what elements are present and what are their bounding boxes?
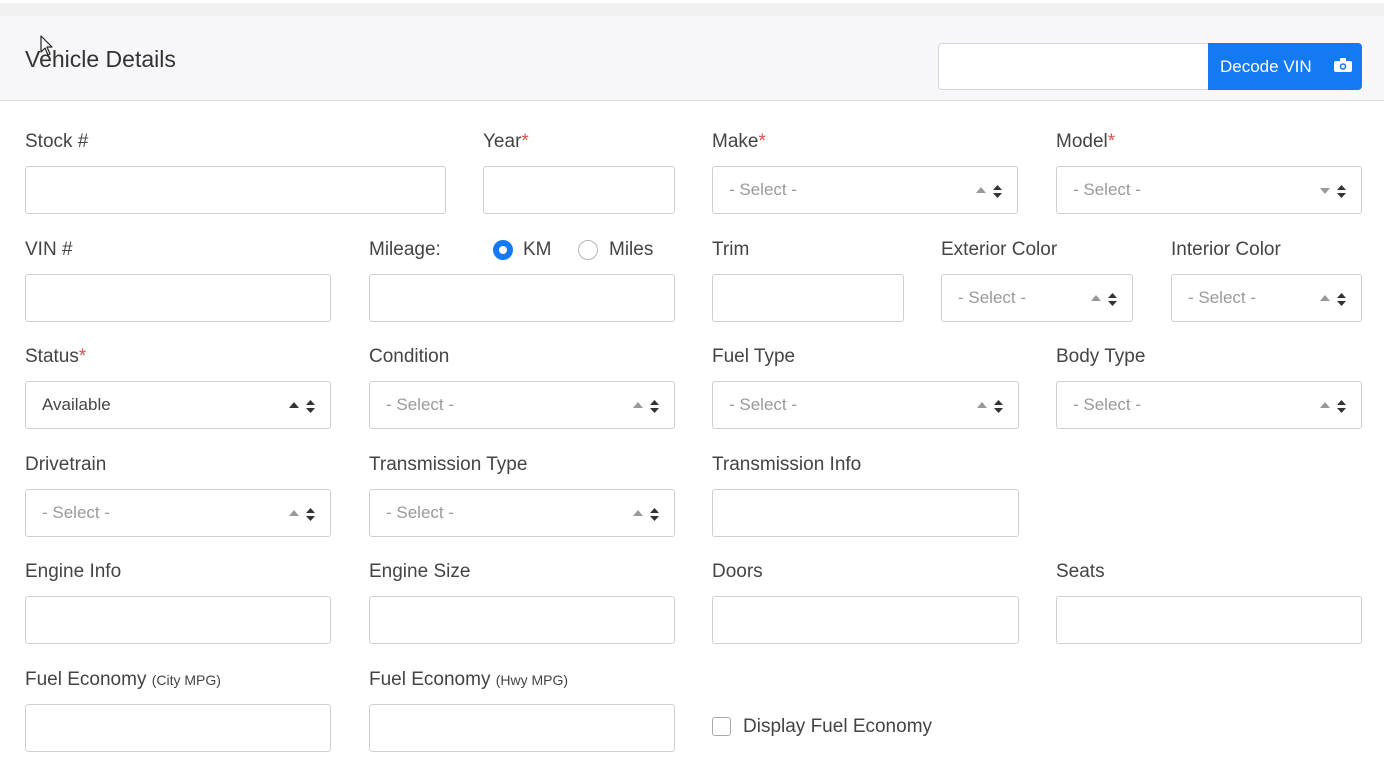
year-label: Year* (483, 131, 529, 152)
engine-size-label: Engine Size (369, 561, 471, 582)
exterior-color-label: Exterior Color (941, 239, 1058, 260)
mileage-miles-radio[interactable] (578, 240, 598, 260)
interior-color-select-value: - Select - (1188, 288, 1257, 307)
fuel-type-select[interactable]: - Select - (712, 381, 1019, 429)
doors-input[interactable] (712, 596, 1019, 644)
required-marker: * (78, 346, 87, 367)
select-arrows-icon (1320, 400, 1346, 413)
body-type-select[interactable]: - Select - (1056, 381, 1362, 429)
engine-info-label: Engine Info (25, 561, 122, 582)
exterior-color-select-value: - Select - (958, 288, 1027, 307)
transmission-type-select[interactable]: - Select - (369, 489, 675, 537)
body-type-select-value: - Select - (1073, 395, 1142, 414)
drivetrain-label: Drivetrain (25, 454, 107, 475)
fuel-economy-hwy-sublabel: (Hwy MPG) (495, 672, 569, 688)
transmission-info-input[interactable] (712, 489, 1019, 537)
required-marker: * (1107, 131, 1116, 152)
decode-vin-label: Decode VIN (1220, 56, 1312, 76)
fuel-type-select-value: - Select - (729, 395, 798, 414)
make-label: Make* (712, 131, 766, 152)
section-header: Vehicle Details Decode VIN (0, 16, 1384, 101)
mileage-km-radio[interactable] (493, 240, 513, 260)
year-input[interactable] (483, 166, 675, 214)
required-marker: * (521, 131, 529, 152)
fuel-economy-city-input[interactable] (25, 704, 331, 752)
fuel-economy-hwy-label: Fuel Economy (Hwy MPG) (369, 669, 569, 690)
fuel-type-label: Fuel Type (712, 346, 796, 367)
interior-color-label: Interior Color (1171, 239, 1281, 260)
select-arrows-icon (289, 508, 315, 521)
transmission-type-label: Transmission Type (369, 454, 528, 475)
mouse-cursor-icon (40, 35, 53, 56)
decode-vin-input[interactable] (938, 43, 1210, 90)
drivetrain-select[interactable]: - Select - (25, 489, 331, 537)
top-strip (0, 0, 1384, 16)
engine-info-input[interactable] (25, 596, 331, 644)
model-label: Model* (1056, 131, 1116, 152)
doors-label: Doors (712, 561, 763, 582)
interior-color-select[interactable]: - Select - (1171, 274, 1362, 322)
vin-label: VIN # (25, 239, 73, 260)
engine-size-input[interactable] (369, 596, 675, 644)
camera-icon (1334, 58, 1352, 72)
mileage-label: Mileage: (369, 239, 441, 260)
model-select-value: - Select - (1073, 180, 1142, 199)
select-arrows-icon (1320, 185, 1346, 198)
trim-input[interactable] (712, 274, 904, 322)
body-type-label: Body Type (1056, 346, 1146, 367)
condition-label: Condition (369, 346, 450, 367)
seats-label: Seats (1056, 561, 1105, 582)
status-select[interactable]: Available (25, 381, 331, 429)
fuel-economy-city-sublabel: (City MPG) (151, 672, 221, 688)
display-fuel-economy-checkbox[interactable] (712, 717, 731, 736)
select-arrows-icon (633, 400, 659, 413)
mileage-miles-label: Miles (609, 239, 654, 260)
display-fuel-economy-label: Display Fuel Economy (743, 716, 933, 737)
required-marker: * (758, 131, 766, 152)
stock-label: Stock # (25, 131, 89, 152)
condition-select[interactable]: - Select - (369, 381, 675, 429)
condition-select-value: - Select - (386, 395, 455, 414)
stock-input[interactable] (25, 166, 446, 214)
fuel-economy-hwy-input[interactable] (369, 704, 675, 752)
fuel-economy-city-label: Fuel Economy (City MPG) (25, 669, 221, 690)
drivetrain-select-value: - Select - (42, 503, 111, 522)
seats-input[interactable] (1056, 596, 1362, 644)
select-arrows-icon (633, 508, 659, 521)
mileage-km-label: KM (523, 239, 552, 260)
vin-input[interactable] (25, 274, 331, 322)
decode-vin-button[interactable]: Decode VIN (1208, 43, 1362, 90)
mileage-input[interactable] (369, 274, 675, 322)
select-arrows-icon (289, 400, 315, 413)
select-arrows-icon (1091, 293, 1117, 306)
transmission-info-label: Transmission Info (712, 454, 862, 475)
make-select[interactable]: - Select - (712, 166, 1018, 214)
select-arrows-icon (977, 400, 1003, 413)
status-select-value: Available (42, 395, 111, 414)
select-arrows-icon (976, 185, 1002, 198)
status-label: Status* (25, 346, 87, 367)
make-select-value: - Select - (729, 180, 798, 199)
exterior-color-select[interactable]: - Select - (941, 274, 1133, 322)
transmission-type-select-value: - Select - (386, 503, 455, 522)
select-arrows-icon (1320, 293, 1346, 306)
trim-label: Trim (712, 239, 750, 260)
model-select[interactable]: - Select - (1056, 166, 1362, 214)
